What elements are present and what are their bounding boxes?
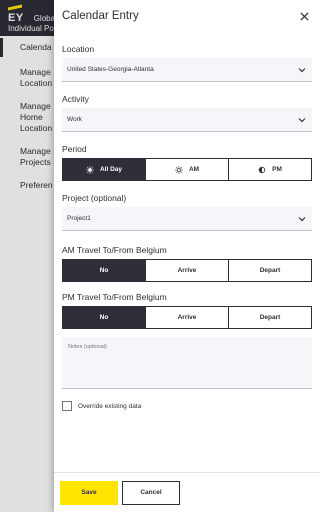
project-label: Project (optional): [62, 193, 127, 203]
save-button[interactable]: Save: [60, 480, 118, 505]
pm-travel-depart-button[interactable]: Depart: [229, 307, 311, 328]
drawer-header: Calendar Entry: [54, 0, 320, 32]
pm-travel-label: PM Travel To/From Belgium: [62, 292, 167, 302]
location-label: Location: [62, 44, 95, 54]
period-segmented-control: All Day AM PM: [62, 158, 312, 181]
period-am-label: AM: [188, 166, 200, 173]
calendar-entry-drawer: Calendar Entry Location United States-Ge…: [54, 0, 320, 512]
notes-textarea[interactable]: Notes (optional): [62, 337, 312, 389]
notes-placeholder: Notes (optional): [68, 344, 107, 350]
close-button[interactable]: [296, 8, 312, 24]
cancel-button[interactable]: Cancel: [122, 480, 180, 505]
close-icon: [299, 11, 309, 21]
am-travel-no-button[interactable]: No: [63, 260, 146, 281]
project-value: Project1: [67, 215, 91, 222]
pm-travel-arrive-button[interactable]: Arrive: [146, 307, 229, 328]
activity-label: Activity: [62, 94, 89, 104]
period-am-button[interactable]: AM: [146, 159, 229, 180]
pm-travel-segmented-control: No Arrive Depart: [62, 306, 312, 329]
period-all-day-button[interactable]: All Day: [63, 159, 146, 180]
project-select[interactable]: Project1: [62, 207, 312, 231]
override-checkbox[interactable]: [62, 401, 72, 411]
period-pm-button[interactable]: PM: [229, 159, 311, 180]
override-row: Override existing data: [62, 401, 312, 411]
period-pm-label: PM: [272, 166, 282, 173]
period-label: Period: [62, 144, 87, 154]
am-travel-segmented-control: No Arrive Depart: [62, 259, 312, 282]
override-label[interactable]: Override existing data: [78, 403, 141, 410]
drawer-title: Calendar Entry: [62, 10, 139, 22]
activity-value: Work: [67, 116, 83, 123]
am-travel-label: AM Travel To/From Belgium: [62, 245, 167, 255]
location-select[interactable]: United States-Georgia-Atlanta: [62, 58, 312, 82]
drawer-footer: Save Cancel: [54, 472, 320, 512]
location-value: United States-Georgia-Atlanta: [67, 66, 154, 73]
pm-travel-no-button[interactable]: No: [63, 307, 146, 328]
chevron-down-icon: [298, 67, 306, 72]
period-all-day-label: All Day: [99, 166, 123, 173]
am-travel-depart-button[interactable]: Depart: [229, 260, 311, 281]
chevron-down-icon: [298, 117, 306, 122]
half-moon-icon: [258, 166, 266, 174]
activity-select[interactable]: Work: [62, 108, 312, 132]
chevron-down-icon: [298, 216, 306, 221]
am-travel-arrive-button[interactable]: Arrive: [146, 260, 229, 281]
sun-icon: [175, 165, 183, 174]
sun-full-icon: [86, 165, 94, 174]
